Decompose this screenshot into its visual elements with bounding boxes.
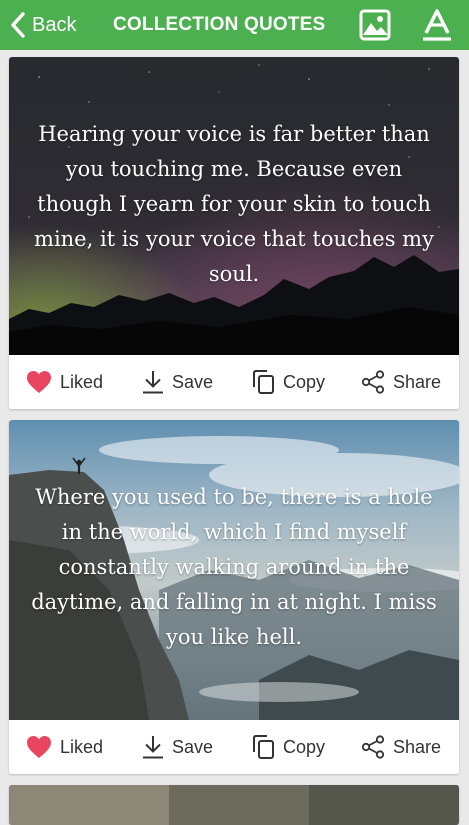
like-label: Liked — [60, 736, 104, 757]
quote-background-image: Where you used to be, there is a hole in… — [9, 420, 459, 720]
copy-label: Copy — [283, 371, 326, 392]
download-icon — [143, 736, 163, 759]
quote-text: Hearing your voice is far better than yo… — [34, 122, 434, 286]
heart-icon — [27, 371, 51, 393]
share-button[interactable]: Share — [361, 355, 441, 409]
top-app-bar: Back COLLECTION QUOTES — [0, 0, 469, 50]
heart-icon — [27, 736, 51, 758]
copy-icon — [253, 735, 274, 759]
copy-label: Copy — [283, 736, 326, 757]
change-font-button[interactable] — [420, 8, 454, 42]
quote-background-image: Hearing your voice is far better than yo… — [9, 57, 459, 355]
page-title: COLLECTION QUOTES — [113, 14, 326, 35]
save-label: Save — [172, 736, 214, 757]
chevron-left-icon — [11, 12, 25, 38]
like-button[interactable]: Liked — [26, 720, 103, 774]
font-icon — [423, 9, 451, 41]
quote-text: Where you used to be, there is a hole in… — [31, 485, 437, 649]
quote-card — [9, 785, 459, 825]
copy-icon — [253, 370, 274, 394]
share-icon — [361, 370, 385, 394]
quote-card: Where you used to be, there is a hole in… — [9, 420, 459, 774]
back-button[interactable]: Back — [10, 0, 76, 50]
download-icon — [143, 371, 163, 394]
quote-background-image — [9, 785, 459, 825]
card-actions: Liked Save Copy Share — [9, 355, 459, 409]
copy-button[interactable]: Copy — [253, 720, 325, 774]
image-icon — [359, 9, 391, 41]
like-button[interactable]: Liked — [26, 355, 103, 409]
change-background-button[interactable] — [358, 8, 392, 42]
save-button[interactable]: Save — [142, 355, 213, 409]
copy-button[interactable]: Copy — [253, 355, 325, 409]
save-button[interactable]: Save — [142, 720, 213, 774]
save-label: Save — [172, 371, 214, 392]
share-label: Share — [393, 371, 442, 392]
share-icon — [361, 735, 385, 759]
like-label: Liked — [60, 371, 104, 392]
card-actions: Liked Save Copy Share — [9, 720, 459, 774]
share-label: Share — [393, 736, 442, 757]
quote-card: Hearing your voice is far better than yo… — [9, 57, 459, 409]
share-button[interactable]: Share — [361, 720, 441, 774]
back-label: Back — [32, 13, 77, 36]
